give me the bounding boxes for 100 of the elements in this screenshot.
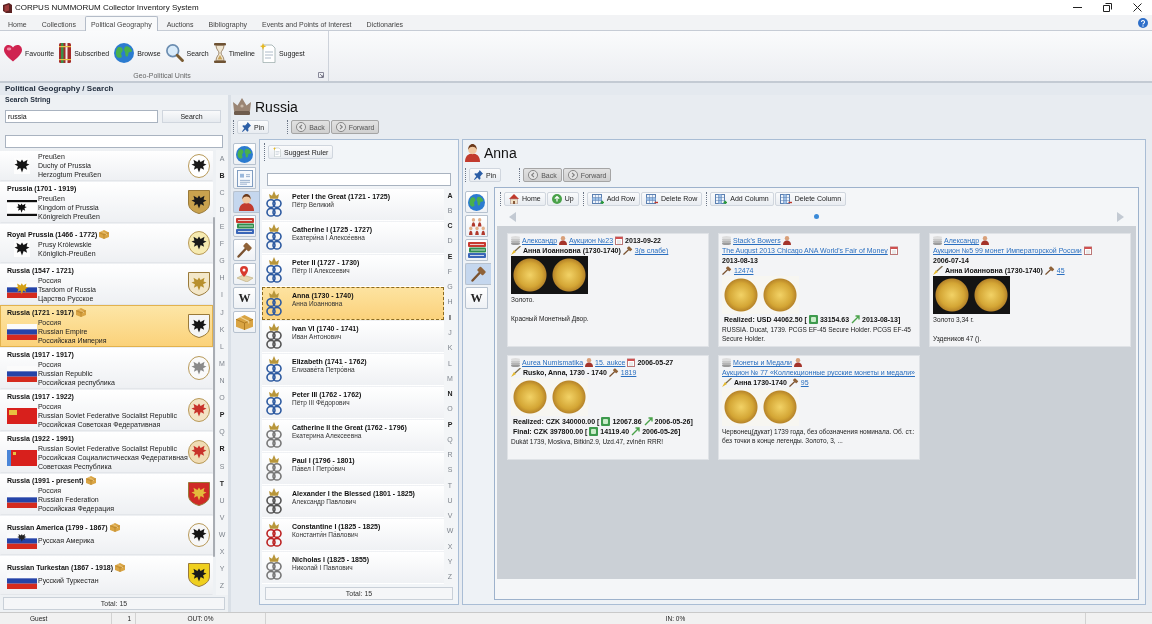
gavel-icon — [622, 246, 633, 255]
coins-icon — [722, 236, 731, 245]
coat-of-arms-icon — [188, 153, 210, 178]
dialog-launcher-icon[interactable] — [318, 72, 324, 78]
coat-of-arms-icon — [188, 231, 210, 255]
monogram-icon — [266, 257, 282, 284]
calendar-icon — [1083, 246, 1092, 255]
globe-icon — [236, 145, 253, 163]
gavel-icon — [1044, 266, 1055, 275]
gavel-icon — [236, 242, 253, 258]
crown-icon — [233, 98, 251, 115]
side-tab[interactable] — [233, 239, 256, 261]
side-tab[interactable] — [465, 263, 491, 285]
coat-of-arms-icon — [188, 523, 210, 547]
brush-icon — [511, 368, 521, 377]
money-icon — [601, 417, 611, 426]
monogram-icon — [266, 356, 282, 383]
coins-icon — [511, 358, 520, 367]
flag-icon — [6, 407, 37, 424]
gavel-icon — [608, 368, 619, 377]
person-icon — [585, 358, 594, 367]
minimize-icon — [1072, 7, 1082, 8]
flag-icon — [6, 532, 37, 549]
hourglass-icon — [213, 43, 226, 63]
monogram-icon — [266, 191, 282, 218]
flag-icon — [6, 323, 37, 340]
side-tab[interactable] — [233, 143, 256, 165]
monogram-icon — [266, 389, 282, 416]
coins-icon — [511, 236, 520, 245]
monogram-icon — [266, 323, 282, 350]
gavel-icon — [788, 378, 799, 387]
coat-of-arms-icon — [188, 398, 210, 422]
person-icon — [981, 236, 990, 245]
monogram-icon — [266, 455, 282, 482]
breadcrumb: Political Geography / Search — [0, 83, 1152, 95]
monogram-icon — [266, 290, 282, 317]
person-icon — [782, 236, 791, 245]
brush-icon — [933, 266, 943, 275]
add-row-icon — [591, 193, 604, 204]
side-tab[interactable] — [465, 191, 488, 213]
coat-of-arms-icon — [188, 314, 210, 338]
money-icon — [808, 315, 818, 324]
monogram-icon — [266, 554, 282, 581]
flag-icon — [6, 281, 37, 298]
people-icon — [468, 217, 485, 235]
coins-icon — [722, 358, 731, 367]
person-icon — [794, 358, 802, 367]
calendar-icon — [615, 236, 624, 245]
coat-of-arms-icon — [188, 190, 210, 214]
home-icon — [509, 193, 519, 204]
document-icon — [273, 147, 281, 157]
person-icon — [239, 193, 254, 211]
money-icon — [589, 427, 599, 436]
filter-field[interactable] — [267, 173, 451, 186]
brush-icon — [722, 378, 732, 387]
side-tab[interactable]: W — [465, 287, 488, 309]
pin-icon — [474, 170, 483, 180]
coat-of-arms-icon — [188, 482, 210, 506]
entity-title: Anna — [484, 145, 517, 161]
arrow-icon — [851, 315, 861, 324]
book-icon — [59, 43, 72, 63]
delete-column-icon — [779, 193, 792, 204]
brush-icon — [511, 246, 521, 255]
up-arrow-icon — [551, 193, 562, 204]
coins-icon — [933, 236, 942, 245]
calendar-icon — [889, 246, 898, 255]
filter-field[interactable] — [5, 135, 223, 148]
side-tab[interactable] — [465, 239, 488, 261]
calendar-icon — [627, 358, 636, 367]
books-icon — [235, 218, 254, 234]
side-tab[interactable] — [233, 167, 256, 189]
document-icon — [236, 169, 253, 187]
person-icon — [559, 236, 568, 245]
side-tab[interactable] — [233, 263, 256, 285]
globe-icon — [114, 43, 135, 63]
document-icon — [259, 43, 276, 63]
scrollbar-thumb[interactable] — [213, 217, 215, 557]
side-tab[interactable] — [233, 215, 256, 237]
side-tab[interactable] — [233, 311, 256, 333]
gavel-icon — [470, 266, 487, 282]
help-icon[interactable] — [1138, 17, 1148, 28]
gavel-icon — [722, 266, 732, 275]
flag-icon — [13, 240, 30, 257]
side-tab[interactable] — [465, 215, 488, 237]
box-icon — [236, 314, 253, 330]
book-icon — [3, 2, 12, 13]
monogram-icon — [266, 224, 282, 251]
page-dot-icon — [814, 214, 819, 219]
flag-icon — [13, 157, 30, 174]
person-icon — [465, 144, 480, 162]
window-title: CORPUS NUMMORUM Collector Inventory System — [15, 3, 199, 12]
search-icon — [165, 44, 184, 62]
close-icon — [1132, 3, 1142, 12]
flag-icon — [6, 199, 37, 216]
monogram-icon — [266, 488, 282, 515]
side-tab[interactable]: W — [233, 287, 256, 309]
coat-of-arms-icon — [188, 440, 210, 464]
side-tab[interactable] — [233, 191, 259, 213]
globe-icon — [468, 193, 485, 211]
delete-row-icon — [646, 193, 659, 204]
